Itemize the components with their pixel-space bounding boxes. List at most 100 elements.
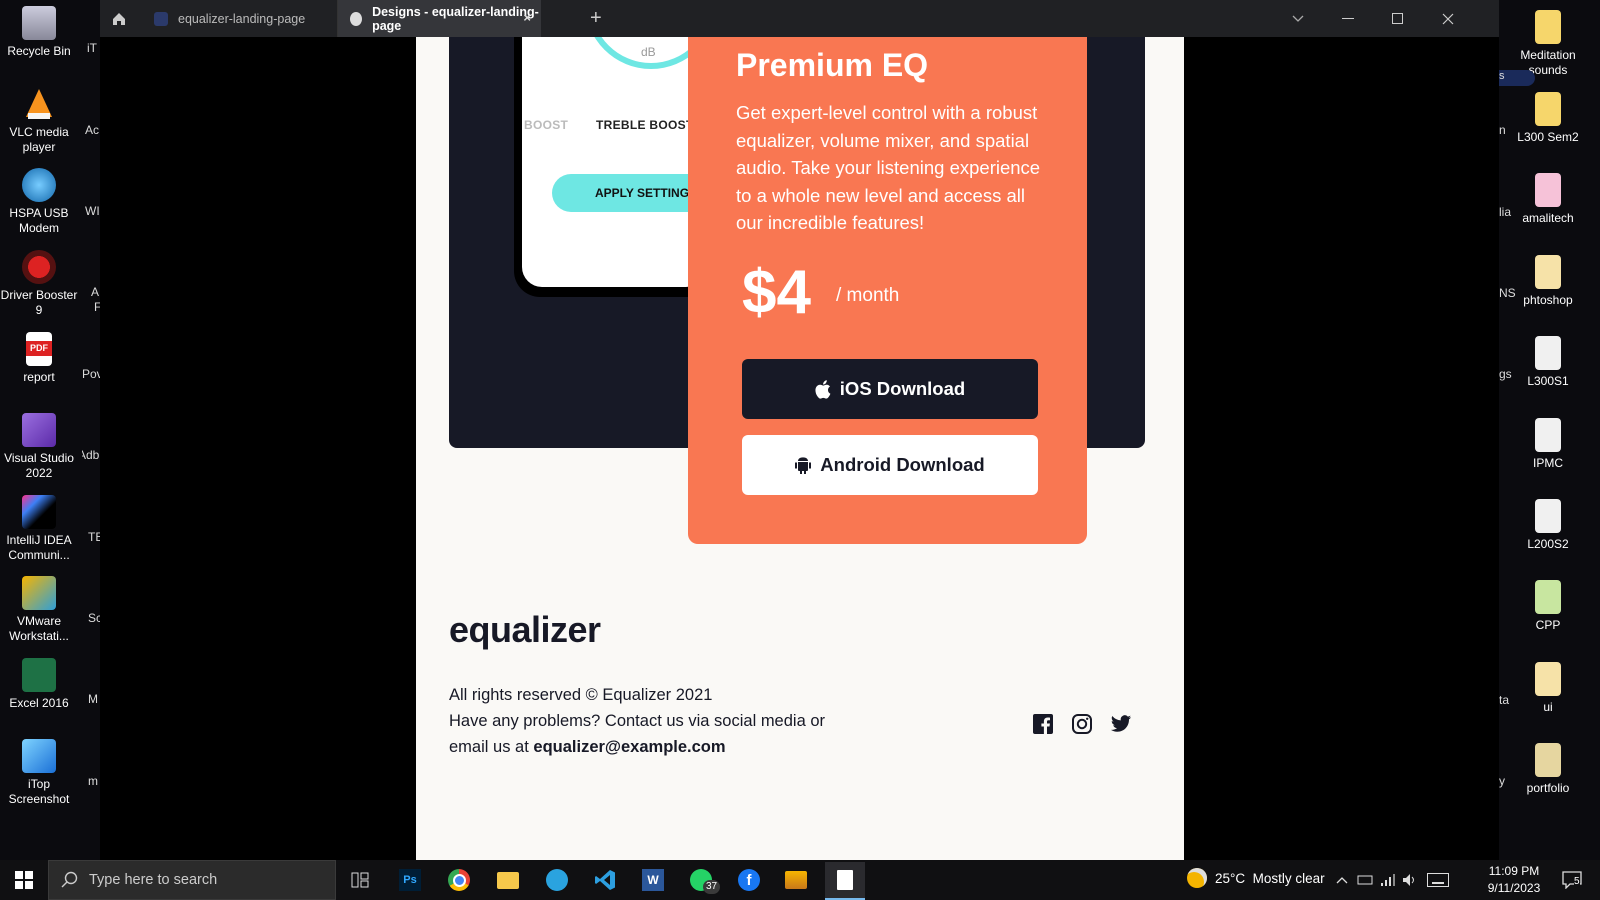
desktop-icon-vlc[interactable]: VLC media player <box>0 87 78 155</box>
desktop-icon-visual-studio[interactable]: Visual Studio 2022 <box>0 413 78 481</box>
whatsapp-taskbar[interactable]: 37 <box>681 864 721 896</box>
price-period: / month <box>836 285 900 306</box>
bass-boost-label: BOOST <box>524 118 569 132</box>
telegram-icon <box>546 869 568 891</box>
maximize-button[interactable] <box>1373 0 1423 37</box>
excel-icon <box>22 658 56 692</box>
vmware-icon <box>22 576 56 610</box>
device-icon <box>1357 875 1373 885</box>
clock-time: 11:09 PM <box>1488 864 1540 878</box>
task-view-button[interactable] <box>340 864 380 896</box>
volume-tray[interactable] <box>1400 864 1420 896</box>
weather-widget[interactable]: 25°C Mostly clear <box>1187 868 1325 888</box>
word-icon: W <box>642 869 664 891</box>
instagram-icon <box>1072 714 1092 734</box>
partial-label: Ac <box>85 123 100 137</box>
file-explorer-taskbar[interactable] <box>488 864 528 896</box>
tab-designs[interactable]: Designs - equalizer-landing-page × <box>338 0 541 37</box>
chrome-taskbar[interactable] <box>439 864 479 896</box>
footer-logo[interactable]: equalizer <box>449 609 601 651</box>
android-button-label: Android Download <box>820 454 985 475</box>
treble-boost-label: TREBLE BOOST <box>596 118 694 132</box>
start-button[interactable] <box>0 860 48 900</box>
close-window-button[interactable] <box>1423 0 1473 37</box>
partial-label: n <box>1499 123 1506 137</box>
keyboard-tray[interactable] <box>1425 864 1451 896</box>
intellij-icon <box>22 495 56 529</box>
visual-studio-icon <box>22 413 56 447</box>
photos-taskbar[interactable] <box>776 864 816 896</box>
weather-text: 25°C Mostly clear <box>1215 870 1325 886</box>
facebook-link[interactable] <box>1032 713 1056 737</box>
signal-icon <box>1381 874 1395 886</box>
twitter-link[interactable] <box>1110 713 1134 737</box>
desktop-icon-vmware[interactable]: VMware Workstati... <box>0 576 78 644</box>
ios-button-label: iOS Download <box>839 378 966 399</box>
desktop-icon-hspa[interactable]: HSPA USB Modem <box>0 168 78 236</box>
price: $4 <box>742 258 811 327</box>
desktop-icon-label: IntelliJ IDEA Communi... <box>6 533 72 562</box>
photoshop-icon: Ps <box>399 869 421 891</box>
new-tab-button[interactable]: + <box>590 8 602 28</box>
footer-text: All rights reserved © Equalizer 2021 Hav… <box>449 682 849 760</box>
partial-label: M <box>88 692 98 706</box>
partial-label: gs <box>1499 367 1512 381</box>
partial-label: s <box>1499 70 1505 82</box>
network-tray[interactable] <box>1378 864 1398 896</box>
desktop-icon-label: Recycle Bin <box>7 44 71 58</box>
close-icon <box>1442 13 1454 24</box>
partial-label: iT <box>87 41 97 55</box>
recycle-bin-icon <box>22 6 56 40</box>
desktop-icon-itop[interactable]: iTop Screenshot <box>0 739 78 807</box>
minimize-button[interactable] <box>1323 0 1373 37</box>
tab-list-button[interactable] <box>1273 0 1323 37</box>
facebook-icon <box>1033 714 1053 734</box>
word-taskbar[interactable]: W <box>633 864 673 896</box>
device-tray[interactable] <box>1355 864 1375 896</box>
facebook-taskbar[interactable]: f <box>729 864 769 896</box>
taskbar-search[interactable]: Type here to search <box>48 860 336 900</box>
clock-date: 9/11/2023 <box>1487 881 1541 895</box>
apple-icon <box>815 379 831 399</box>
instagram-link[interactable] <box>1071 713 1095 737</box>
android-icon <box>795 456 812 474</box>
photoshop-taskbar[interactable]: Ps <box>390 864 430 896</box>
desktop-icon-label: HSPA USB Modem <box>9 206 69 235</box>
telegram-taskbar[interactable] <box>537 864 577 896</box>
ios-download-button[interactable]: iOS Download <box>742 359 1038 419</box>
desktop-icon-intellij[interactable]: IntelliJ IDEA Communi... <box>0 495 78 563</box>
desktop-icon-recycle-bin[interactable]: Recycle Bin <box>0 6 78 59</box>
home-button[interactable] <box>106 7 132 31</box>
partial-label: Sc <box>88 611 100 625</box>
desktop-icon-label: VLC media player <box>9 125 69 154</box>
tab-label: Designs - equalizer-landing-page <box>372 4 539 33</box>
itop-screenshot-icon <box>22 739 56 773</box>
desktop-icon-label: CPP <box>1535 618 1561 632</box>
speaker-icon <box>1403 874 1414 886</box>
folder-icon <box>497 871 519 889</box>
partial-label: m <box>88 774 98 788</box>
desktop-left-partial-labels: iT Ac WI A F Pov Adb TE Sc M m <box>82 0 100 860</box>
notification-count: 5 <box>1574 876 1580 887</box>
desktop-icon-report[interactable]: PDF report <box>0 332 78 385</box>
desktop-icon-driver-booster[interactable]: Driver Booster 9 <box>0 250 78 318</box>
close-tab-icon[interactable]: × <box>523 10 531 25</box>
notepad-taskbar[interactable] <box>825 862 865 900</box>
email-link[interactable]: equalizer@example.com <box>533 738 725 756</box>
tray-overflow-button[interactable] <box>1332 864 1352 896</box>
desktop-right-partial-labels: s n lia NS gs ta y <box>1499 0 1539 860</box>
desktop-icon-label: report <box>23 370 55 384</box>
clock[interactable]: 11:09 PM 9/11/2023 <box>1482 863 1546 897</box>
globe-icon <box>22 168 56 202</box>
desktop-icon-label: Driver Booster 9 <box>0 288 78 317</box>
landing-page: dB BOOST TREBLE BOOST APPLY SETTINGS Pre… <box>416 37 1184 860</box>
partial-label: Adb <box>82 448 100 462</box>
facebook-icon: f <box>738 869 760 891</box>
desktop-icon-excel[interactable]: Excel 2016 <box>0 658 78 711</box>
vscode-taskbar[interactable] <box>585 864 625 896</box>
tab-equalizer-landing-page[interactable]: equalizer-landing-page <box>142 0 338 37</box>
android-download-button[interactable]: Android Download <box>742 435 1038 495</box>
notification-center-button[interactable]: 5 <box>1552 864 1592 896</box>
apply-settings-button: APPLY SETTINGS <box>552 174 706 212</box>
partial-label: ta <box>1499 693 1510 707</box>
